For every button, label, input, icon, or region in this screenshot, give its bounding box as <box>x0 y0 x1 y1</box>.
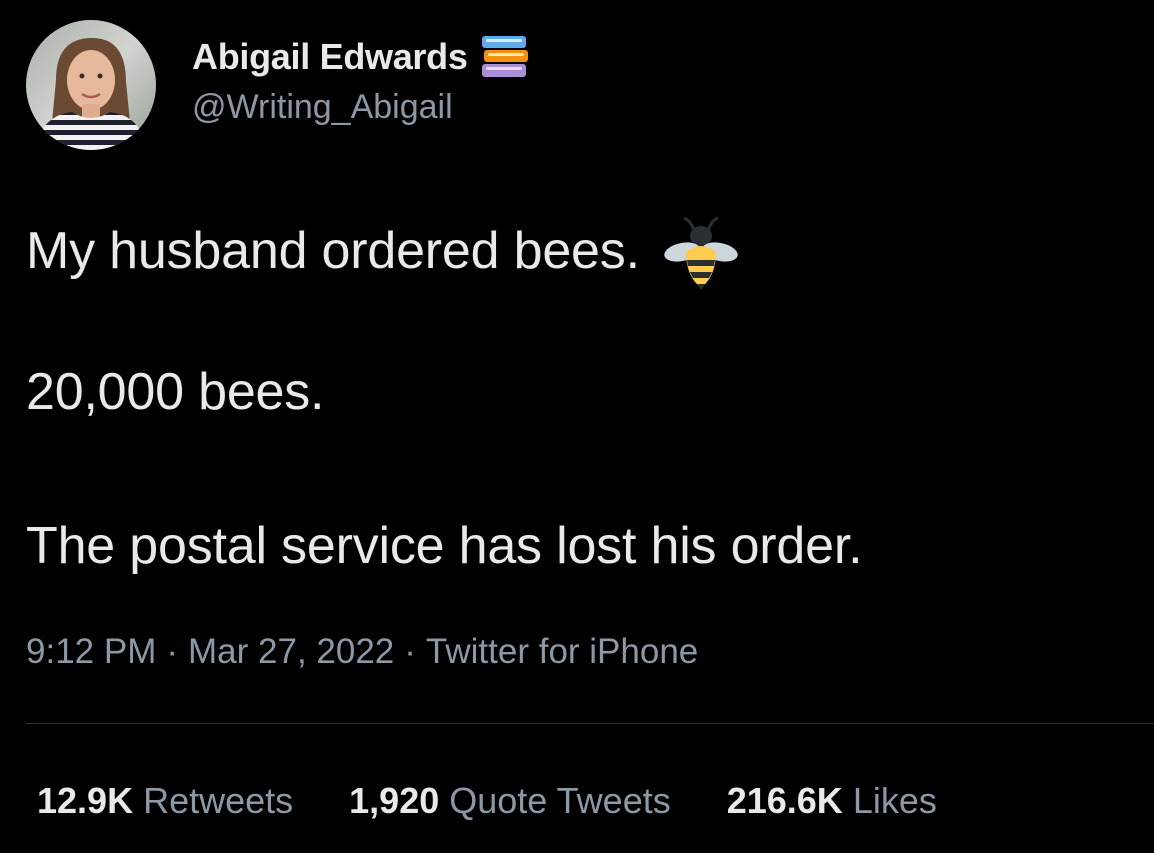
bee-icon <box>660 214 742 296</box>
tweet-text: My husband ordered bees. <box>26 222 640 280</box>
tweet-date[interactable]: Mar 27, 2022 <box>188 632 394 671</box>
tweet-text-line-2: 20,000 bees. <box>26 363 325 421</box>
retweets-stat[interactable]: 12.9K Retweets <box>37 780 293 822</box>
tweet-text-line-3: The postal service has lost his order. <box>26 517 863 575</box>
likes-label: Likes <box>852 780 937 821</box>
tweet-stats: 12.9K Retweets 1,920 Quote Tweets 216.6K Li… <box>37 780 993 822</box>
quote-tweets-count: 1,920 <box>349 780 440 821</box>
likes-stat[interactable]: 216.6K Likes <box>727 780 937 822</box>
quote-tweets-stat[interactable]: 1,920 Quote Tweets <box>349 780 671 822</box>
author-handle[interactable]: @Writing_Abigail <box>192 88 530 127</box>
tweet-text-line-1: My husband ordered bees. <box>26 210 742 292</box>
display-name[interactable]: Abigail Edwards <box>192 36 468 78</box>
display-name-row: Abigail Edwards <box>192 36 530 78</box>
avatar-image <box>26 20 156 150</box>
retweets-count: 12.9K <box>37 780 134 821</box>
quote-tweets-label: Quote Tweets <box>449 780 671 821</box>
retweets-label: Retweets <box>143 780 294 821</box>
tweet-header: Abigail Edwards @Writing_Abigail <box>26 20 530 150</box>
likes-count: 216.6K <box>726 780 843 821</box>
tweet-time[interactable]: 9:12 PM <box>26 632 156 671</box>
tweet-meta: 9:12 PM · Mar 27, 2022 · Twitter for iPhone <box>26 632 698 672</box>
tweet-source[interactable]: Twitter for iPhone <box>426 632 698 671</box>
author-names: Abigail Edwards @Writing_Abigail <box>192 20 530 127</box>
meta-separator: · <box>166 632 179 671</box>
divider <box>26 723 1154 724</box>
avatar[interactable] <box>26 20 156 150</box>
meta-separator: · <box>404 632 416 671</box>
books-icon <box>480 34 530 80</box>
tweet: Abigail Edwards @Writing_Abigail My husb… <box>0 0 1154 853</box>
